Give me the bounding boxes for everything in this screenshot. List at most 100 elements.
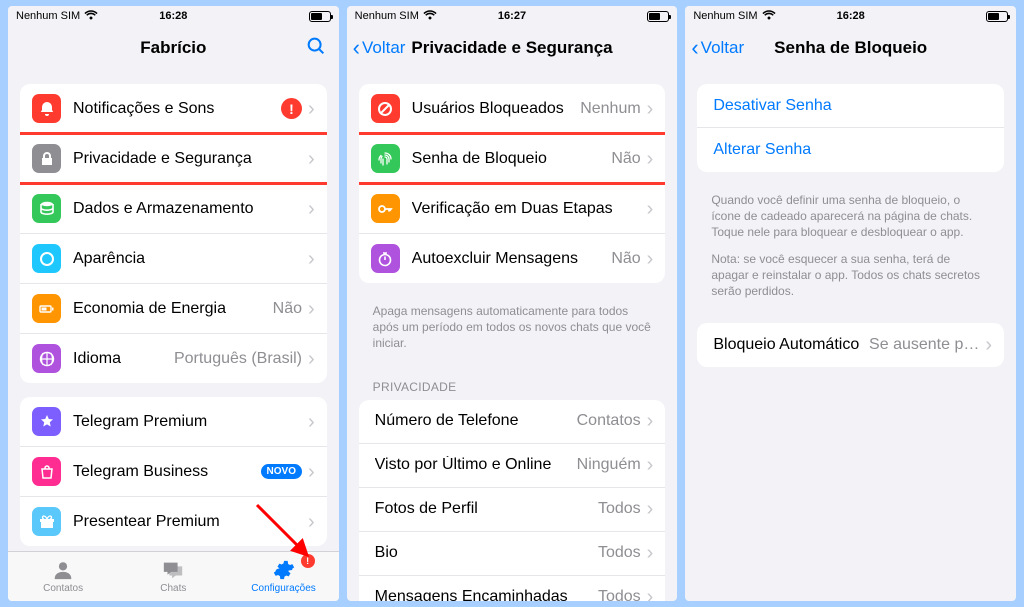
row-label: Senha de Bloqueio bbox=[412, 150, 606, 168]
chevron-right-icon: › bbox=[308, 249, 315, 269]
wifi-icon bbox=[423, 10, 437, 23]
row-value: Contatos bbox=[577, 412, 641, 430]
row-value: Português (Brasil) bbox=[174, 350, 302, 368]
row-label: Aparência bbox=[73, 250, 302, 268]
search-button[interactable] bbox=[305, 35, 327, 62]
row-label: Idioma bbox=[73, 350, 168, 368]
row-value: Todos bbox=[598, 544, 641, 562]
row-value: Não bbox=[611, 150, 640, 168]
chevron-right-icon: › bbox=[308, 299, 315, 319]
clock-label: 16:28 bbox=[837, 10, 865, 22]
list-row[interactable]: Telegram Premium › bbox=[20, 397, 327, 447]
navbar: ‹ Voltar Privacidade e Segurança bbox=[347, 26, 678, 70]
tab-person[interactable]: Contatos bbox=[8, 552, 118, 601]
chevron-right-icon: › bbox=[647, 199, 654, 219]
navbar: ‹ Voltar Senha de Bloqueio bbox=[685, 26, 1016, 70]
tab-label: Contatos bbox=[43, 583, 83, 594]
chevron-right-icon: › bbox=[647, 455, 654, 475]
privacy-list: Usuários BloqueadosNenhum›Senha de Bloqu… bbox=[347, 70, 678, 601]
carrier-label: Nenhum SIM bbox=[355, 10, 419, 22]
list-row[interactable]: Bio Todos › bbox=[359, 532, 666, 576]
list-row[interactable]: Visto por Último e OnlineNinguém› bbox=[359, 444, 666, 488]
chevron-right-icon: › bbox=[647, 543, 654, 563]
wifi-icon bbox=[762, 10, 776, 23]
chevron-right-icon: › bbox=[647, 411, 654, 431]
back-button[interactable]: ‹ Voltar bbox=[691, 37, 744, 59]
chevron-right-icon: › bbox=[647, 499, 654, 519]
passcode-note-2: Nota: se você esquecer a sua senha, terá… bbox=[697, 251, 1004, 310]
list-row[interactable]: Número de Telefone Contatos › bbox=[359, 400, 666, 444]
row-label: Telegram Premium bbox=[73, 413, 302, 431]
row-label: Bloqueio Automático bbox=[713, 336, 863, 354]
block-icon bbox=[371, 94, 400, 123]
back-label: Voltar bbox=[362, 38, 405, 58]
row-value: Nenhum bbox=[580, 100, 640, 118]
timer-icon bbox=[371, 244, 400, 273]
screen-passcode: Nenhum SIM 16:28 ‹ Voltar Senha de Bloqu… bbox=[685, 6, 1016, 601]
battery-icon bbox=[32, 294, 61, 323]
navbar: Fabrício bbox=[8, 26, 339, 70]
chevron-right-icon: › bbox=[308, 412, 315, 432]
row-label: Desativar Senha bbox=[713, 97, 992, 115]
row-label: Bio bbox=[375, 544, 592, 562]
settings-list: Notificações e Sons!›Privacidade e Segur… bbox=[8, 70, 339, 551]
row-auto-lock[interactable]: Bloqueio Automático Se ausente p… › bbox=[697, 323, 1004, 367]
page-title: Fabrício bbox=[140, 38, 206, 58]
list-row[interactable]: Dados e Armazenamento› bbox=[20, 184, 327, 234]
row-value: Não bbox=[611, 250, 640, 268]
tab-bar: Contatos ChatsConfigurações! bbox=[8, 551, 339, 601]
chevron-right-icon: › bbox=[308, 462, 315, 482]
carrier-label: Nenhum SIM bbox=[16, 10, 80, 22]
list-row[interactable]: Presentear Premium› bbox=[20, 497, 327, 546]
settings-group: Telegram Premium › Telegram Business NOVO › P… bbox=[20, 397, 327, 546]
list-row[interactable]: Privacidade e Segurança› bbox=[20, 134, 327, 184]
battery-icon bbox=[647, 11, 669, 22]
row-label: Telegram Business bbox=[73, 463, 255, 481]
bell-icon bbox=[32, 94, 61, 123]
chevron-left-icon: ‹ bbox=[691, 37, 698, 59]
chevron-right-icon: › bbox=[308, 199, 315, 219]
novo-badge: NOVO bbox=[261, 464, 302, 479]
battery-icon bbox=[986, 11, 1008, 22]
chevron-right-icon: › bbox=[308, 349, 315, 369]
page-title: Senha de Bloqueio bbox=[774, 38, 927, 58]
link-row[interactable]: Alterar Senha bbox=[697, 128, 1004, 172]
chevron-right-icon: › bbox=[308, 99, 315, 119]
row-value: Não bbox=[273, 300, 302, 318]
list-row[interactable]: Aparência › bbox=[20, 234, 327, 284]
footer-note: Apaga mensagens automaticamente para tod… bbox=[359, 297, 666, 362]
tab-chats[interactable]: Chats bbox=[118, 552, 228, 601]
row-label: Privacidade e Segurança bbox=[73, 150, 302, 168]
list-row[interactable]: Autoexcluir MensagensNão› bbox=[359, 234, 666, 283]
row-value: Todos bbox=[598, 500, 641, 518]
list-row[interactable]: Idioma Português (Brasil) › bbox=[20, 334, 327, 383]
status-bar: Nenhum SIM 16:28 bbox=[8, 6, 339, 26]
passcode-note-1: Quando você definir uma senha de bloquei… bbox=[697, 186, 1004, 251]
back-button[interactable]: ‹ Voltar bbox=[353, 37, 406, 59]
section-header-privacy: PRIVACIDADE bbox=[359, 362, 666, 400]
chevron-right-icon: › bbox=[647, 149, 654, 169]
row-label: Mensagens Encaminhadas bbox=[375, 588, 592, 601]
list-row[interactable]: Mensagens EncaminhadasTodos› bbox=[359, 576, 666, 601]
list-row[interactable]: Usuários BloqueadosNenhum› bbox=[359, 84, 666, 134]
list-row[interactable]: Verificação em Duas Etapas› bbox=[359, 184, 666, 234]
chevron-right-icon: › bbox=[647, 99, 654, 119]
row-label: Visto por Último e Online bbox=[375, 456, 571, 474]
row-label: Fotos de Perfil bbox=[375, 500, 592, 518]
list-row[interactable]: Economia de EnergiaNão› bbox=[20, 284, 327, 334]
list-row[interactable]: Notificações e Sons!› bbox=[20, 84, 327, 134]
list-row[interactable]: Telegram Business NOVO › bbox=[20, 447, 327, 497]
row-label: Número de Telefone bbox=[375, 412, 571, 430]
chevron-left-icon: ‹ bbox=[353, 37, 360, 59]
list-row[interactable]: Fotos de Perfil Todos › bbox=[359, 488, 666, 532]
row-value: Todos bbox=[598, 588, 641, 601]
clock-label: 16:27 bbox=[498, 10, 526, 22]
tab-alert-badge: ! bbox=[301, 554, 315, 568]
globe-icon bbox=[32, 344, 61, 373]
list-row[interactable]: Senha de Bloqueio Não › bbox=[359, 134, 666, 184]
gift-icon bbox=[32, 507, 61, 536]
link-row[interactable]: Desativar Senha bbox=[697, 84, 1004, 128]
page-title: Privacidade e Segurança bbox=[411, 38, 612, 58]
screen-settings: Nenhum SIM 16:28 Fabrício Notificações e… bbox=[8, 6, 339, 601]
tab-gear[interactable]: Configurações! bbox=[228, 552, 338, 601]
